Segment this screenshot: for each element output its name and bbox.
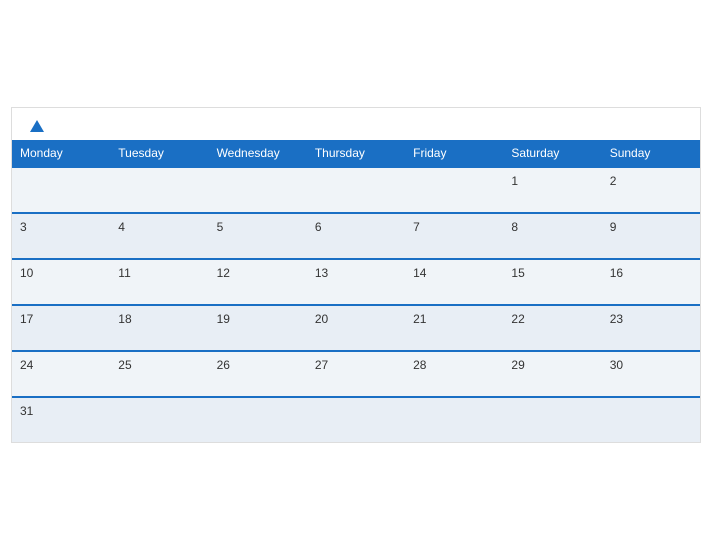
day-number: 9 — [610, 220, 617, 234]
weekday-header-sunday: Sunday — [602, 140, 700, 167]
calendar-cell — [209, 397, 307, 442]
calendar-cell: 24 — [12, 351, 110, 397]
day-number: 14 — [413, 266, 426, 280]
calendar-cell: 22 — [503, 305, 601, 351]
day-number: 18 — [118, 312, 131, 326]
calendar-cell — [405, 167, 503, 213]
day-number: 17 — [20, 312, 33, 326]
day-number: 29 — [511, 358, 524, 372]
day-number: 16 — [610, 266, 623, 280]
day-number: 27 — [315, 358, 328, 372]
logo-triangle-icon — [30, 120, 44, 132]
calendar-cell: 16 — [602, 259, 700, 305]
calendar-cell: 7 — [405, 213, 503, 259]
day-number: 30 — [610, 358, 623, 372]
day-number: 3 — [20, 220, 27, 234]
calendar-table: MondayTuesdayWednesdayThursdayFridaySatu… — [12, 140, 700, 442]
day-number: 7 — [413, 220, 420, 234]
calendar-cell: 15 — [503, 259, 601, 305]
calendar: MondayTuesdayWednesdayThursdayFridaySatu… — [11, 107, 701, 443]
day-number: 4 — [118, 220, 125, 234]
calendar-cell — [503, 397, 601, 442]
calendar-week-row: 31 — [12, 397, 700, 442]
calendar-cell — [110, 397, 208, 442]
weekday-header-row: MondayTuesdayWednesdayThursdayFridaySatu… — [12, 140, 700, 167]
day-number: 21 — [413, 312, 426, 326]
calendar-cell — [12, 167, 110, 213]
weekday-header-friday: Friday — [405, 140, 503, 167]
calendar-cell: 6 — [307, 213, 405, 259]
calendar-week-row: 17 18 19 20 21 22 23 — [12, 305, 700, 351]
calendar-cell: 4 — [110, 213, 208, 259]
day-number: 11 — [118, 266, 130, 280]
calendar-cell: 8 — [503, 213, 601, 259]
calendar-cell — [602, 397, 700, 442]
weekday-header-wednesday: Wednesday — [209, 140, 307, 167]
logo — [28, 120, 44, 132]
calendar-week-row: 10 11 12 13 14 15 16 — [12, 259, 700, 305]
day-number: 24 — [20, 358, 33, 372]
weekday-header-monday: Monday — [12, 140, 110, 167]
calendar-cell: 19 — [209, 305, 307, 351]
calendar-cell: 9 — [602, 213, 700, 259]
calendar-cell: 17 — [12, 305, 110, 351]
calendar-cell: 13 — [307, 259, 405, 305]
calendar-cell: 29 — [503, 351, 601, 397]
calendar-cell — [307, 167, 405, 213]
calendar-week-row: 12 — [12, 167, 700, 213]
calendar-cell: 23 — [602, 305, 700, 351]
calendar-week-row: 3 4 5 6 7 8 9 — [12, 213, 700, 259]
calendar-cell: 21 — [405, 305, 503, 351]
calendar-week-row: 24 25 26 27 28 29 30 — [12, 351, 700, 397]
calendar-cell: 11 — [110, 259, 208, 305]
day-number: 13 — [315, 266, 328, 280]
day-number: 15 — [511, 266, 524, 280]
calendar-cell: 20 — [307, 305, 405, 351]
day-number: 28 — [413, 358, 426, 372]
day-number: 19 — [217, 312, 230, 326]
day-number: 1 — [511, 174, 518, 188]
day-number: 5 — [217, 220, 224, 234]
calendar-cell: 27 — [307, 351, 405, 397]
calendar-cell: 25 — [110, 351, 208, 397]
calendar-header — [12, 108, 700, 140]
calendar-cell — [209, 167, 307, 213]
day-number: 8 — [511, 220, 518, 234]
calendar-cell: 10 — [12, 259, 110, 305]
day-number: 31 — [20, 404, 33, 418]
calendar-cell: 18 — [110, 305, 208, 351]
day-number: 25 — [118, 358, 131, 372]
calendar-cell: 31 — [12, 397, 110, 442]
day-number: 2 — [610, 174, 617, 188]
calendar-cell: 1 — [503, 167, 601, 213]
day-number: 20 — [315, 312, 328, 326]
calendar-cell: 14 — [405, 259, 503, 305]
calendar-cell — [110, 167, 208, 213]
weekday-header-thursday: Thursday — [307, 140, 405, 167]
calendar-cell — [405, 397, 503, 442]
calendar-cell: 30 — [602, 351, 700, 397]
day-number: 22 — [511, 312, 524, 326]
day-number: 23 — [610, 312, 623, 326]
calendar-cell: 28 — [405, 351, 503, 397]
day-number: 6 — [315, 220, 322, 234]
day-number: 12 — [217, 266, 230, 280]
weekday-header-tuesday: Tuesday — [110, 140, 208, 167]
weekday-header-saturday: Saturday — [503, 140, 601, 167]
calendar-cell: 3 — [12, 213, 110, 259]
day-number: 26 — [217, 358, 230, 372]
day-number: 10 — [20, 266, 33, 280]
calendar-cell: 26 — [209, 351, 307, 397]
calendar-cell — [307, 397, 405, 442]
calendar-cell: 12 — [209, 259, 307, 305]
calendar-cell: 2 — [602, 167, 700, 213]
calendar-cell: 5 — [209, 213, 307, 259]
